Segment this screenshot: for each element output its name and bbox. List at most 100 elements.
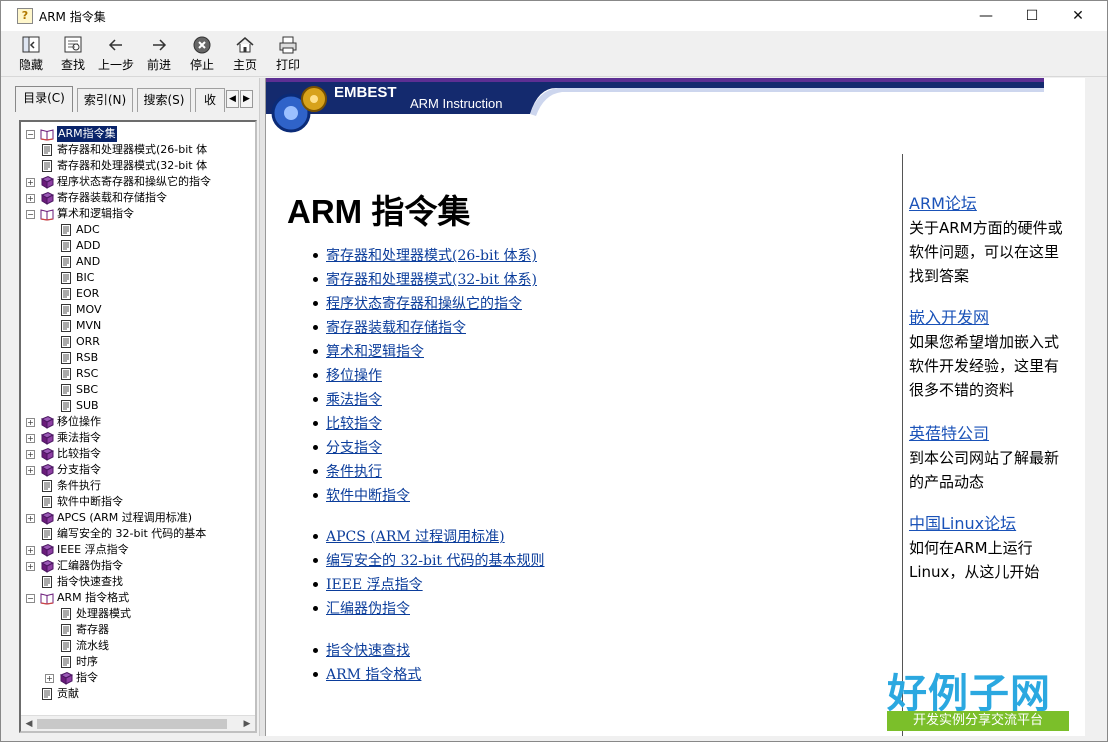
expand-icon[interactable]: + (26, 450, 35, 459)
topic-link[interactable]: 乘法指令 (326, 392, 382, 408)
tree-item[interactable]: 软件中断指令 (21, 494, 255, 510)
content-vertical-scrollbar[interactable] (1085, 78, 1107, 736)
sidebar-desc-line: Linux，从这儿开始 (909, 563, 1040, 581)
tree-item[interactable]: 寄存器和处理器模式(32-bit 体 (21, 158, 255, 174)
tree-item[interactable]: + 乘法指令 (21, 430, 255, 446)
topic-link[interactable]: 移位操作 (326, 368, 382, 384)
tree-item[interactable]: + APCS (ARM 过程调用标准) (21, 510, 255, 526)
topic-link[interactable]: 寄存器和处理器模式(26-bit 体系) (326, 248, 537, 264)
expand-icon[interactable]: + (26, 466, 35, 475)
topic-link[interactable]: ARM 指令格式 (326, 667, 421, 683)
tree-item[interactable]: ORR (21, 334, 255, 350)
tree-item[interactable]: 寄存器 (21, 622, 255, 638)
expand-icon[interactable]: + (26, 434, 35, 443)
tree-item[interactable]: 时序 (21, 654, 255, 670)
tree-item[interactable]: RSC (21, 366, 255, 382)
tree-item[interactable]: SUB (21, 398, 255, 414)
expand-icon[interactable]: + (45, 674, 54, 683)
scroll-left-icon[interactable]: ◀ (21, 716, 37, 731)
close-button[interactable]: ✕ (1055, 1, 1101, 31)
tree-item[interactable]: + 移位操作 (21, 414, 255, 430)
tree-item[interactable]: RSB (21, 350, 255, 366)
tree-item[interactable]: − ARM 指令格式 (21, 590, 255, 606)
topic-link[interactable]: APCS (ARM 过程调用标准) (326, 529, 505, 545)
topic-link[interactable]: 寄存器和处理器模式(32-bit 体系) (326, 272, 537, 288)
tab-contents[interactable]: 目录(C) (15, 86, 73, 112)
tree-item[interactable]: 指令快速查找 (21, 574, 255, 590)
tree-item[interactable]: 编写安全的 32-bit 代码的基本 (21, 526, 255, 542)
tree-item[interactable]: EOR (21, 286, 255, 302)
expand-icon[interactable]: + (26, 194, 35, 203)
tree-item-label: 算术和逻辑指令 (57, 207, 134, 220)
back-button[interactable]: 上一步 (94, 33, 138, 75)
tab-scroll-right-icon[interactable]: ▶ (240, 90, 253, 108)
forward-button[interactable]: 前进 (137, 33, 181, 75)
expand-icon[interactable]: + (26, 546, 35, 555)
topic-link[interactable]: 汇编器伪指令 (326, 601, 410, 617)
hide-button[interactable]: 隐藏 (9, 33, 53, 75)
tree-item[interactable]: + IEEE 浮点指令 (21, 542, 255, 558)
topic-link[interactable]: IEEE 浮点指令 (326, 577, 423, 593)
collapse-icon[interactable]: − (26, 210, 35, 219)
embest-company-link[interactable]: 英蓓特公司 (909, 422, 1081, 446)
maximize-button[interactable]: ☐ (1009, 1, 1055, 31)
tree-item[interactable]: 处理器模式 (21, 606, 255, 622)
tree-item[interactable]: + 寄存器装载和存储指令 (21, 190, 255, 206)
minimize-button[interactable]: — (963, 1, 1009, 31)
expand-icon[interactable]: + (26, 514, 35, 523)
topic-link[interactable]: 指令快速查找 (326, 643, 410, 659)
contents-tree[interactable]: − ARM指令集 寄存器和处理器模式(26-bit 体寄存器和处理器模式(32-bi… (19, 120, 257, 733)
tree-item[interactable]: − 算术和逻辑指令 (21, 206, 255, 222)
tree-item[interactable]: SBC (21, 382, 255, 398)
tree-item[interactable]: MOV (21, 302, 255, 318)
expand-icon[interactable]: + (26, 418, 35, 427)
expand-icon[interactable]: + (26, 178, 35, 187)
print-button[interactable]: 打印 (266, 33, 310, 75)
expand-icon[interactable]: + (26, 562, 35, 571)
tree-item[interactable]: ADD (21, 238, 255, 254)
tree-item[interactable]: 贡献 (21, 686, 255, 702)
collapse-icon[interactable]: − (26, 130, 35, 139)
tree-item[interactable]: − ARM指令集 (21, 126, 255, 142)
home-button[interactable]: 主页 (223, 33, 267, 75)
tree-item[interactable]: + 程序状态寄存器和操纵它的指令 (21, 174, 255, 190)
tree-item[interactable]: AND (21, 254, 255, 270)
tree-item[interactable]: ADC (21, 222, 255, 238)
tree-item[interactable]: + 分支指令 (21, 462, 255, 478)
page-icon (61, 400, 71, 412)
tree-item[interactable]: + 比较指令 (21, 446, 255, 462)
tree-item[interactable]: 寄存器和处理器模式(26-bit 体 (21, 142, 255, 158)
tree-item-label: ADC (76, 223, 100, 236)
tab-index[interactable]: 索引(N) (77, 88, 133, 112)
tree-item[interactable]: 条件执行 (21, 478, 255, 494)
toolbar: 隐藏 查找 上一步 前进 停止 主页 打印 (1, 31, 1107, 77)
topic-link[interactable]: 比较指令 (326, 416, 382, 432)
topic-link[interactable]: 寄存器装载和存储指令 (326, 320, 466, 336)
topic-link[interactable]: 条件执行 (326, 464, 382, 480)
tree-horizontal-scrollbar[interactable]: ◀ ▶ (21, 715, 255, 731)
topic-link[interactable]: 分支指令 (326, 440, 382, 456)
embedded-dev-link[interactable]: 嵌入开发网 (909, 306, 1081, 330)
page-icon (61, 272, 71, 284)
sidebar-desc-line: 软件问题，可以在这里 (909, 243, 1060, 261)
tab-scroll-left-icon[interactable]: ◀ (226, 90, 239, 108)
tree-item[interactable]: + 汇编器伪指令 (21, 558, 255, 574)
stop-button[interactable]: 停止 (180, 33, 224, 75)
scroll-thumb[interactable] (37, 719, 227, 729)
watermark-tagline: 开发实例分享交流平台 (887, 711, 1069, 731)
find-button[interactable]: 查找 (51, 33, 95, 75)
topic-link[interactable]: 算术和逻辑指令 (326, 344, 424, 360)
tree-item[interactable]: + 指令 (21, 670, 255, 686)
linux-forum-link[interactable]: 中国Linux论坛 (909, 512, 1081, 536)
tree-item[interactable]: MVN (21, 318, 255, 334)
tree-item[interactable]: BIC (21, 270, 255, 286)
collapse-icon[interactable]: − (26, 594, 35, 603)
tree-item[interactable]: 流水线 (21, 638, 255, 654)
topic-link[interactable]: 编写安全的 32-bit 代码的基本规则 (326, 553, 545, 569)
topic-link[interactable]: 软件中断指令 (326, 488, 410, 504)
arm-forum-link[interactable]: ARM论坛 (909, 192, 1081, 216)
topic-link[interactable]: 程序状态寄存器和操纵它的指令 (326, 296, 522, 312)
tab-search[interactable]: 搜索(S) (137, 88, 191, 112)
tab-favorites[interactable]: 收 (195, 88, 225, 112)
scroll-right-icon[interactable]: ▶ (239, 716, 255, 731)
